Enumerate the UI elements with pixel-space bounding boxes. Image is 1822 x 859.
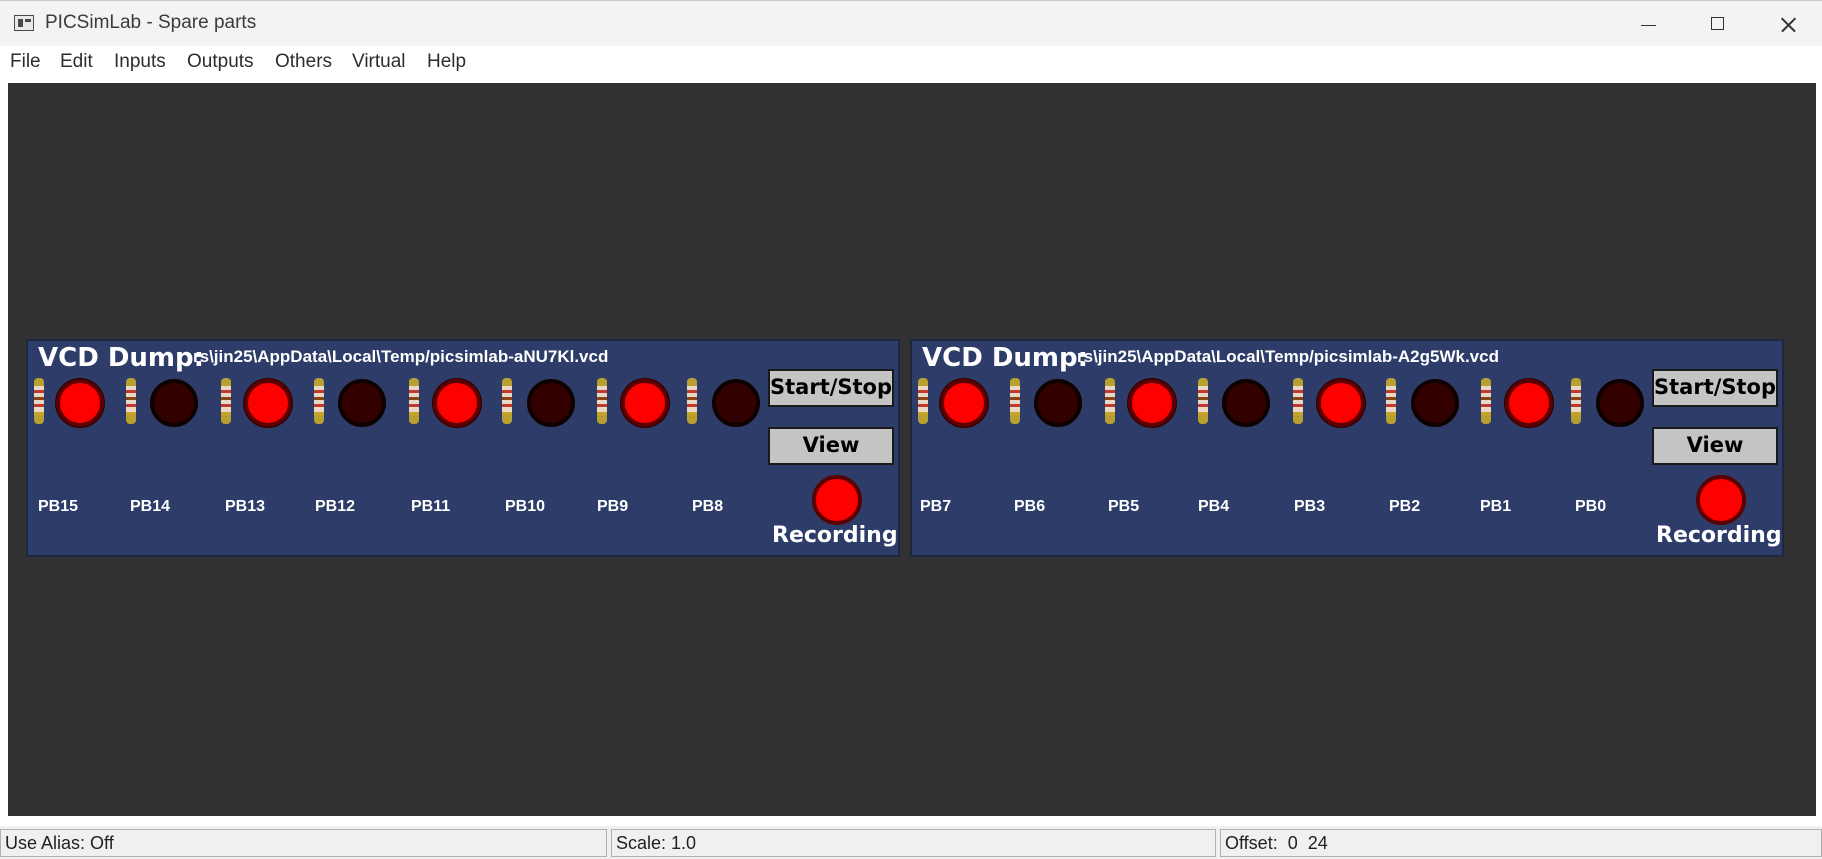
led-indicator — [433, 379, 481, 427]
view-button[interactable]: View — [1652, 427, 1778, 465]
resistor-icon — [409, 378, 419, 424]
pin-label: PB10 — [505, 498, 546, 515]
resistor-icon — [1010, 378, 1020, 424]
menu-others[interactable]: Others — [275, 51, 332, 73]
menu-outputs[interactable]: Outputs — [187, 51, 254, 73]
maximize-icon[interactable] — [1682, 1, 1752, 47]
resistor-icon — [502, 378, 512, 424]
pin-label: PB15 — [38, 498, 79, 515]
recording-label: Recording — [1656, 523, 1782, 548]
status-offset: Offset: 0 24 — [1220, 829, 1822, 857]
led-indicator — [338, 379, 386, 427]
title-bar: PICSimLab - Spare parts — [0, 0, 1822, 46]
start-stop-button[interactable]: Start/Stop — [768, 369, 894, 407]
vcd-file-path: rs\jin25\AppData\Local\Temp/picsimlab-aN… — [193, 347, 609, 366]
menu-edit[interactable]: Edit — [60, 51, 93, 73]
resistor-icon — [687, 378, 697, 424]
resistor-icon — [1571, 378, 1581, 424]
pin-label: PB4 — [1198, 498, 1230, 515]
pin-label: PB3 — [1294, 498, 1326, 515]
led-indicator — [940, 379, 988, 427]
resistor-icon — [1198, 378, 1208, 424]
recording-led — [1696, 475, 1746, 525]
status-scale: Scale: 1.0 — [611, 829, 1216, 857]
resistor-icon — [221, 378, 231, 424]
panel-title: VCD Dump: — [38, 343, 205, 373]
menu-file[interactable]: File — [10, 51, 41, 73]
menu-inputs[interactable]: Inputs — [114, 51, 166, 73]
menu-help[interactable]: Help — [427, 51, 466, 73]
panel-title: VCD Dump: — [922, 343, 1089, 373]
led-indicator — [1411, 379, 1459, 427]
pin-label: PB1 — [1480, 498, 1512, 515]
led-indicator — [621, 379, 669, 427]
menu-bar: File Edit Inputs Outputs Others Virtual … — [0, 46, 1822, 76]
led-indicator — [150, 379, 198, 427]
status-bar: Use Alias: Off Scale: 1.0 Offset: 0 24 — [0, 826, 1822, 859]
pin-label: PB2 — [1389, 498, 1421, 515]
led-indicator — [1034, 379, 1082, 427]
resistor-icon — [1481, 378, 1491, 424]
resistor-icon — [1293, 378, 1303, 424]
vcd-dump-panel[interactable]: VCD Dump: rs\jin25\AppData\Local\Temp/pi… — [26, 339, 900, 557]
view-button[interactable]: View — [768, 427, 894, 465]
vcd-file-path: rs\jin25\AppData\Local\Temp/picsimlab-A2… — [1077, 347, 1499, 366]
resistor-icon — [1105, 378, 1115, 424]
led-indicator — [244, 379, 292, 427]
led-indicator — [1317, 379, 1365, 427]
pin-label: PB5 — [1108, 498, 1140, 515]
resistor-icon — [314, 378, 324, 424]
resistor-icon — [34, 378, 44, 424]
resistor-icon — [1386, 378, 1396, 424]
led-indicator — [1222, 379, 1270, 427]
resistor-icon — [918, 378, 928, 424]
led-indicator — [1596, 379, 1644, 427]
minimize-icon[interactable] — [1612, 1, 1682, 47]
window-title: PICSimLab - Spare parts — [45, 12, 257, 33]
menu-virtual[interactable]: Virtual — [352, 51, 406, 73]
pin-label: PB13 — [225, 498, 266, 515]
close-icon[interactable] — [1752, 1, 1822, 47]
led-indicator — [712, 379, 760, 427]
pin-label: PB0 — [1575, 498, 1607, 515]
pin-label: PB9 — [597, 498, 629, 515]
pin-label: PB7 — [920, 498, 952, 515]
led-indicator — [1128, 379, 1176, 427]
pin-label: PB8 — [692, 498, 724, 515]
pin-label: PB6 — [1014, 498, 1046, 515]
vcd-dump-panel[interactable]: VCD Dump: rs\jin25\AppData\Local\Temp/pi… — [910, 339, 1784, 557]
pin-label: PB12 — [315, 498, 356, 515]
resistor-icon — [126, 378, 136, 424]
led-indicator — [527, 379, 575, 427]
status-alias: Use Alias: Off — [0, 829, 607, 857]
pin-label: PB14 — [130, 498, 171, 515]
led-indicator — [1505, 379, 1553, 427]
resistor-icon — [597, 378, 607, 424]
start-stop-button[interactable]: Start/Stop — [1652, 369, 1778, 407]
led-indicator — [56, 379, 104, 427]
recording-led — [812, 475, 862, 525]
pin-label: PB11 — [411, 498, 451, 515]
app-icon — [14, 15, 34, 31]
recording-label: Recording — [772, 523, 898, 548]
